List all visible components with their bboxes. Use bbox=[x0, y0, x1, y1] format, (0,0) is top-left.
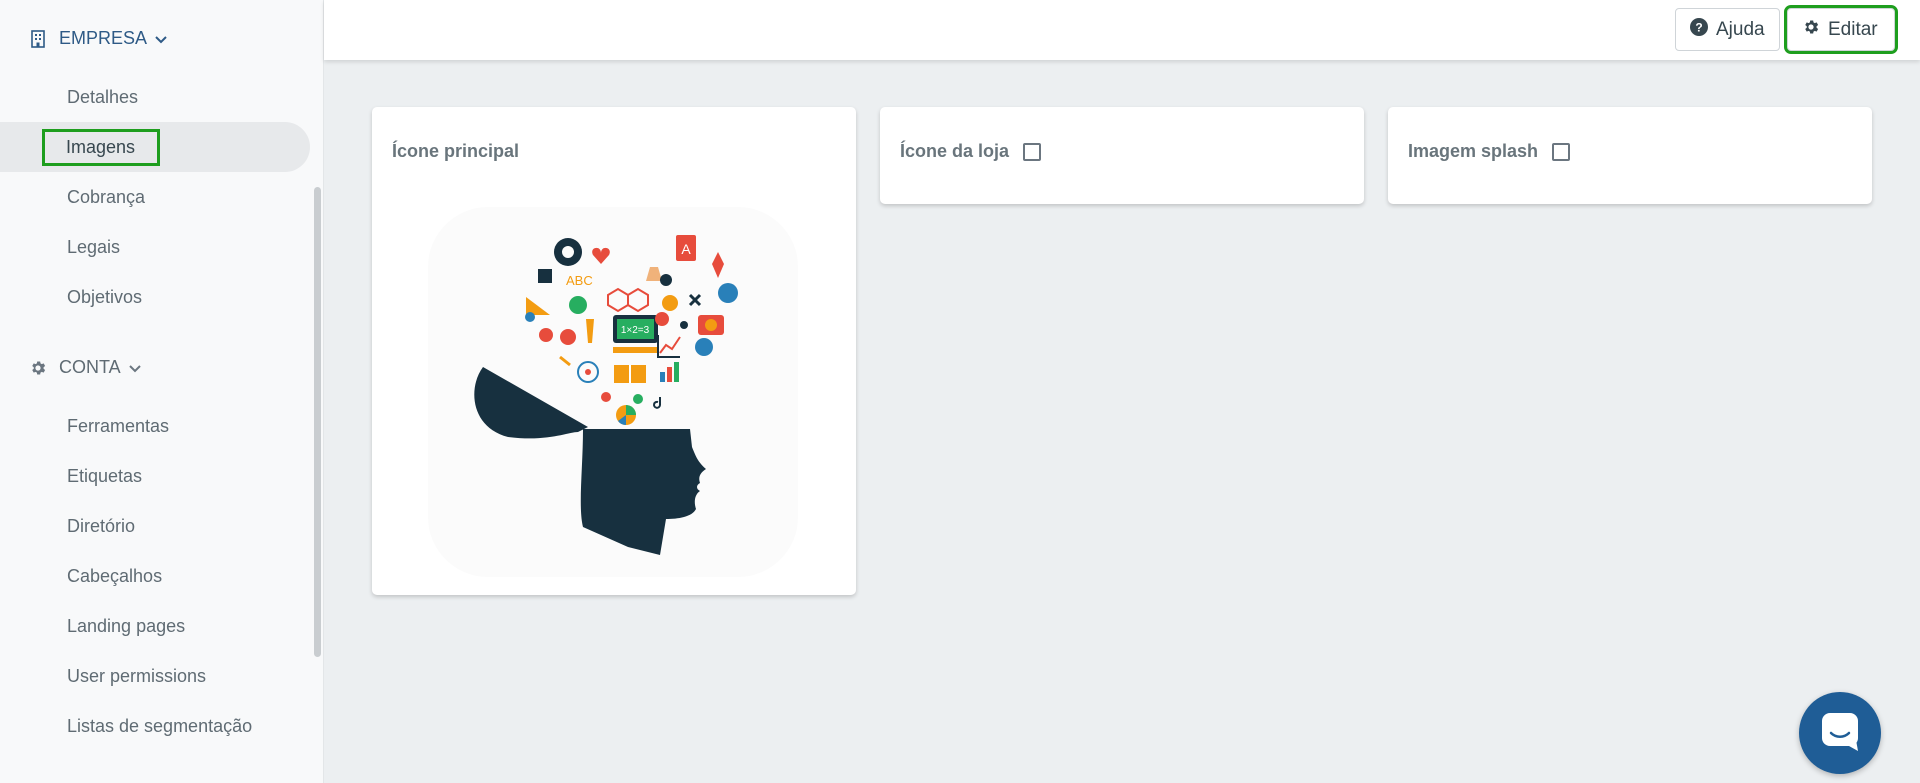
section-empresa-label: EMPRESA bbox=[59, 28, 148, 48]
card-title: Imagem splash bbox=[1408, 141, 1571, 162]
book-letter: A bbox=[681, 241, 691, 257]
sidebar-item-label: Legais bbox=[67, 236, 121, 257]
sidebar-item-landing-pages[interactable]: Landing pages bbox=[0, 601, 310, 651]
card-imagem-splash: Imagem splash bbox=[1388, 107, 1872, 204]
chat-launcher-button[interactable] bbox=[1799, 692, 1881, 774]
card-title-text: Ícone principal bbox=[392, 141, 520, 161]
imagem-splash-checkbox[interactable] bbox=[1552, 142, 1571, 161]
edit-button-label: Editar bbox=[1828, 18, 1878, 40]
help-button[interactable]: ? Ajuda bbox=[1675, 8, 1780, 51]
gear-icon bbox=[1802, 18, 1820, 42]
card-title: Ícone principal bbox=[392, 141, 519, 162]
section-conta[interactable]: CONTA bbox=[29, 357, 141, 378]
chat-icon bbox=[1819, 710, 1861, 757]
sidebar-item-user-permissions[interactable]: User permissions bbox=[0, 651, 310, 701]
gear-icon bbox=[29, 359, 47, 377]
sidebar-item-ferramentas[interactable]: Ferramentas bbox=[0, 401, 310, 451]
section-empresa[interactable]: EMPRESA bbox=[29, 28, 167, 49]
sidebar-scrollbar[interactable] bbox=[314, 187, 321, 657]
abc-letters: ABC bbox=[566, 273, 593, 288]
sidebar-item-label: Objetivos bbox=[67, 286, 143, 307]
chevron-down-icon bbox=[155, 33, 167, 47]
card-icone-principal: Ícone principal A ABC 1×2=3 bbox=[372, 107, 856, 595]
sidebar-item-cobranca[interactable]: Cobrança bbox=[0, 172, 310, 222]
sidebar-item-label: Imagens bbox=[41, 128, 161, 166]
sidebar-item-objetivos[interactable]: Objetivos bbox=[0, 272, 310, 322]
svg-text:?: ? bbox=[1695, 20, 1702, 34]
sidebar-item-detalhes[interactable]: Detalhes bbox=[0, 72, 310, 122]
card-title: Ícone da loja bbox=[900, 141, 1042, 162]
sidebar-item-legais[interactable]: Legais bbox=[0, 222, 310, 272]
sidebar-item-label: Listas de segmentação bbox=[67, 715, 253, 736]
sidebar-item-label: Landing pages bbox=[67, 615, 186, 636]
app-icon-image[interactable]: A ABC 1×2=3 bbox=[428, 207, 798, 577]
sidebar-item-label: Diretório bbox=[67, 515, 136, 536]
sidebar-item-diretorio[interactable]: Diretório bbox=[0, 501, 310, 551]
help-button-label: Ajuda bbox=[1716, 18, 1765, 40]
edit-button[interactable]: Editar bbox=[1784, 5, 1898, 54]
building-icon bbox=[29, 29, 47, 48]
sidebar-item-cabecalhos[interactable]: Cabeçalhos bbox=[0, 551, 310, 601]
sidebar-item-listas-segmentacao[interactable]: Listas de segmentação bbox=[0, 701, 310, 751]
sidebar: EMPRESA Detalhes Imagens Cobrança Legais… bbox=[0, 0, 324, 783]
sidebar-item-label: Cobrança bbox=[67, 186, 146, 207]
sidebar-item-label: Etiquetas bbox=[67, 465, 143, 486]
sidebar-item-imagens[interactable]: Imagens bbox=[0, 122, 310, 172]
card-title-text: Ícone da loja bbox=[900, 141, 1010, 161]
sidebar-item-label: User permissions bbox=[67, 665, 207, 686]
education-head-illustration: A ABC 1×2=3 bbox=[474, 235, 738, 555]
sidebar-item-label: Ferramentas bbox=[67, 415, 170, 436]
section-conta-label: CONTA bbox=[59, 357, 121, 377]
board-text: 1×2=3 bbox=[621, 325, 650, 336]
sidebar-item-label: Cabeçalhos bbox=[67, 565, 163, 586]
icone-loja-checkbox[interactable] bbox=[1023, 142, 1042, 161]
chevron-down-icon bbox=[128, 362, 141, 376]
sidebar-item-label: Detalhes bbox=[67, 86, 139, 107]
sidebar-item-etiquetas[interactable]: Etiquetas bbox=[0, 451, 310, 501]
card-title-text: Imagem splash bbox=[1408, 141, 1539, 161]
card-icone-loja: Ícone da loja bbox=[880, 107, 1364, 204]
question-circle-icon: ? bbox=[1690, 17, 1708, 42]
